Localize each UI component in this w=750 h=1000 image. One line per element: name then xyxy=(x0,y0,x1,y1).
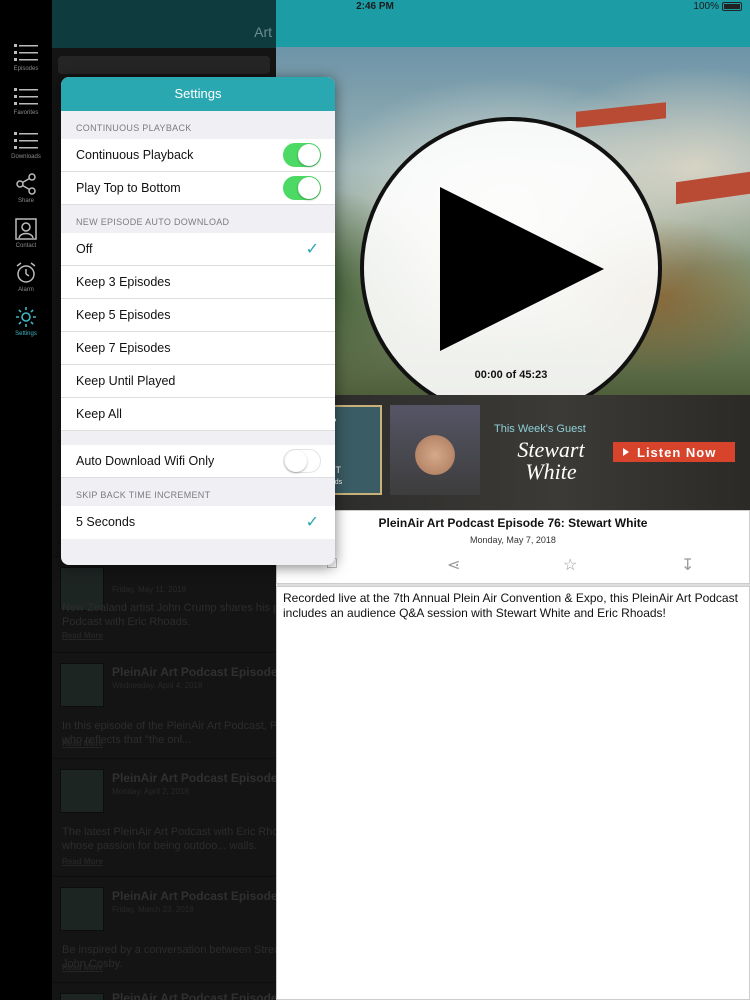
section-header: CONTINUOUS PLAYBACK xyxy=(76,123,192,133)
skip-option-5-seconds[interactable]: 5 Seconds ✓ xyxy=(61,506,335,539)
download-option-keep-until-played[interactable]: Keep Until Played xyxy=(61,365,335,398)
episode-description: Recorded live at the 7th Annual Plein Ai… xyxy=(276,586,750,1000)
list-icon xyxy=(14,88,38,105)
wifi-only-row: Auto Download Wifi Only xyxy=(61,445,335,478)
section-header: NEW EPISODE AUTO DOWNLOAD xyxy=(76,217,230,227)
battery-indicator: 100% xyxy=(693,1,742,12)
alarm-icon xyxy=(16,262,36,283)
gear-icon xyxy=(16,307,36,327)
list-icon xyxy=(14,44,38,61)
star-icon[interactable]: ☆ xyxy=(563,555,577,575)
status-time: 2:46 PM xyxy=(356,1,394,12)
continuous-playback-row: Continuous Playback xyxy=(61,139,335,172)
share-icon xyxy=(16,173,36,195)
tab-label: Contact xyxy=(15,243,37,249)
tab-downloads[interactable]: Downloads xyxy=(0,130,52,160)
episode-banner: einAir CAST Rhoads This Week's Guest Ste… xyxy=(276,395,750,510)
settings-popover: Settings CONTINUOUS PLAYBACK Continuous … xyxy=(61,77,335,565)
episode-artwork: 00:00 of 45:23 xyxy=(276,47,750,395)
download-option-keep-7[interactable]: Keep 7 Episodes xyxy=(61,332,335,365)
playback-time: 00:00 of 45:23 xyxy=(474,369,548,381)
tab-settings[interactable]: Settings xyxy=(0,305,52,337)
tab-label: Alarm xyxy=(18,287,34,293)
tab-label: Share xyxy=(17,198,34,204)
continuous-playback-toggle[interactable] xyxy=(283,143,321,167)
download-option-keep-5[interactable]: Keep 5 Episodes xyxy=(61,299,335,332)
tab-share[interactable]: Share xyxy=(0,172,52,204)
tab-label: Favorites xyxy=(13,110,39,116)
play-icon xyxy=(623,448,629,456)
tab-contact[interactable]: Contact xyxy=(0,217,52,249)
checkmark-icon: ✓ xyxy=(305,241,319,258)
play-button[interactable]: 00:00 of 45:23 xyxy=(360,117,662,395)
tab-episodes[interactable]: Episodes xyxy=(0,42,52,72)
settings-title: Settings xyxy=(61,77,335,111)
battery-percent: 100% xyxy=(693,1,719,12)
battery-icon xyxy=(722,2,742,11)
wifi-only-toggle[interactable] xyxy=(283,449,321,473)
share-icon[interactable]: ⋖ xyxy=(447,555,460,575)
download-option-keep-3[interactable]: Keep 3 Episodes xyxy=(61,266,335,299)
contact-icon xyxy=(15,218,37,240)
episode-detail: PleinAir Art Podcast Episode 76: Stewart… xyxy=(276,510,750,584)
download-option-keep-all[interactable]: Keep All xyxy=(61,398,335,431)
tab-label: Downloads xyxy=(11,154,41,160)
player-panel: 00:00 of 45:23 einAir CAST Rhoads This W… xyxy=(276,0,750,1000)
checkmark-icon: ✓ xyxy=(305,514,319,531)
tab-alarm[interactable]: Alarm xyxy=(0,261,52,293)
section-header: SKIP BACK TIME INCREMENT xyxy=(76,490,211,500)
list-icon xyxy=(14,132,38,149)
tab-bar: Episodes Favorites Downloads Share Conta… xyxy=(0,0,52,1000)
play-icon xyxy=(440,187,604,351)
episode-title: PleinAir Art Podcast Episode 76: Stewart… xyxy=(378,516,648,530)
guest-photo xyxy=(390,405,480,495)
status-bar: 2:46 PM 100% xyxy=(0,0,750,14)
play-top-to-bottom-toggle[interactable] xyxy=(283,176,321,200)
guest-name: Stewart White xyxy=(517,437,585,484)
tab-label: Settings xyxy=(15,331,37,337)
play-top-to-bottom-row: Play Top to Bottom xyxy=(61,172,335,205)
episode-date: Monday, May 7, 2018 xyxy=(470,535,556,545)
guest-label: This Week's Guest xyxy=(494,423,586,435)
download-option-off[interactable]: Off ✓ xyxy=(61,233,335,266)
tab-label: Episodes xyxy=(13,66,39,72)
download-icon[interactable]: ↧ xyxy=(681,555,694,575)
listen-now-button[interactable]: Listen Now xyxy=(613,442,735,462)
tab-favorites[interactable]: Favorites xyxy=(0,86,52,116)
